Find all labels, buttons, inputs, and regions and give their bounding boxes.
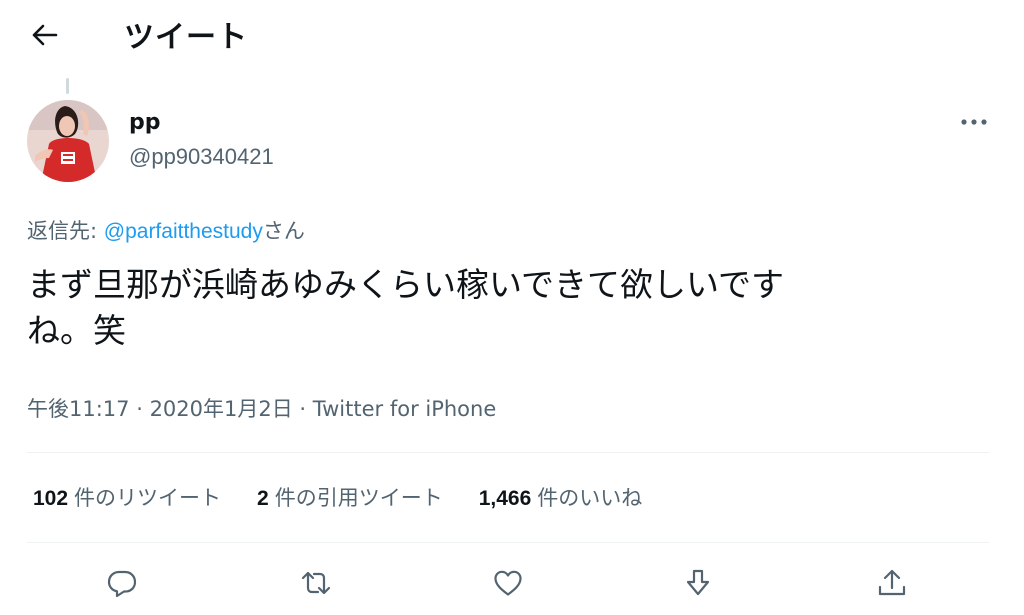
quote-count-label: 件の引用ツイート <box>274 486 443 510</box>
tweet-actions <box>0 560 1024 606</box>
header: ツイート <box>0 0 1024 68</box>
reply-icon <box>107 570 137 598</box>
retweet-button[interactable] <box>293 560 339 606</box>
bookmark-button[interactable] <box>675 560 721 606</box>
tweet-date[interactable]: 2020年1月2日 <box>150 397 293 421</box>
meta-separator: · <box>129 397 150 421</box>
bookmark-icon <box>686 569 710 596</box>
thread-connector <box>66 78 69 94</box>
more-button[interactable] <box>956 112 992 132</box>
tweet-stats: 102 件のリツイート 2 件の引用ツイート 1,466 件のいいね <box>33 482 678 512</box>
quote-count: 2 <box>257 487 269 510</box>
avatar-image <box>27 100 109 182</box>
avatar[interactable] <box>27 100 109 182</box>
reply-button[interactable] <box>99 560 145 606</box>
like-count-link[interactable]: 1,466 件のいいね <box>479 482 643 512</box>
retweet-count: 102 <box>33 487 69 510</box>
retweet-count-label: 件のリツイート <box>74 486 222 510</box>
like-button[interactable] <box>485 560 531 606</box>
retweet-icon <box>301 571 331 595</box>
like-icon <box>494 570 522 596</box>
tweet-source-link[interactable]: Twitter for iPhone <box>313 397 497 421</box>
user-handle[interactable]: @pp90340421 <box>129 144 274 170</box>
tweet-text: まず旦那が浜崎あゆみくらい稼いできて欲しいです ね。笑 <box>27 262 957 354</box>
divider <box>27 452 989 453</box>
user-display-name[interactable]: pp <box>129 110 161 135</box>
retweet-count-link[interactable]: 102 件のリツイート <box>33 482 221 512</box>
like-count-label: 件のいいね <box>537 486 643 510</box>
like-count: 1,466 <box>478 487 532 510</box>
back-arrow-icon <box>32 24 58 46</box>
tweet-time[interactable]: 午後11:17 <box>27 397 130 421</box>
page-title: ツイート <box>124 20 248 55</box>
back-button[interactable] <box>28 20 62 50</box>
reply-suffix: さん <box>262 219 305 243</box>
reply-to-line: 返信先: @parfaitthestudyさん <box>27 215 305 245</box>
tweet-text-line: ね。笑 <box>27 311 126 350</box>
quote-count-link[interactable]: 2 件の引用ツイート <box>257 482 443 512</box>
reply-mention-link[interactable]: @parfaitthestudy <box>104 220 263 243</box>
tweet-meta: 午後11:17 · 2020年1月2日 · Twitter for iPhone <box>27 393 496 423</box>
more-icon <box>961 119 987 125</box>
meta-separator: · <box>292 397 313 421</box>
reply-prefix: 返信先: <box>27 219 104 243</box>
share-button[interactable] <box>869 560 915 606</box>
share-icon <box>878 569 906 596</box>
tweet-text-line: まず旦那が浜崎あゆみくらい稼いできて欲しいです <box>27 265 785 304</box>
divider <box>27 542 989 543</box>
